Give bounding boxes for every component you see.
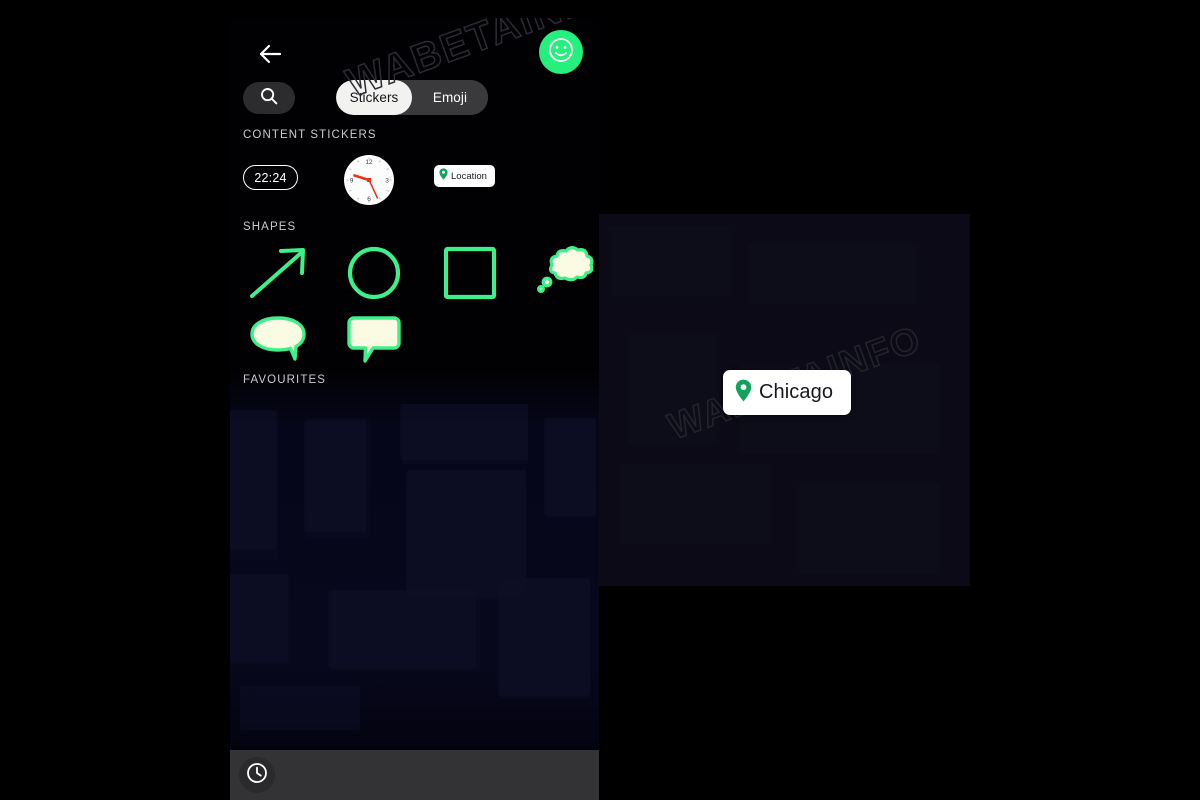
chicago-location-sticker[interactable]: Chicago <box>723 370 852 415</box>
location-label: Location <box>451 170 487 182</box>
back-arrow-icon[interactable] <box>250 34 290 74</box>
section-title-shapes: SHAPES <box>243 221 297 233</box>
clock-recent-button[interactable] <box>239 757 275 793</box>
shapes-grid <box>230 240 599 375</box>
picker-tabs: Stickers Emoji <box>336 80 488 115</box>
clock-recent-icon <box>245 761 269 790</box>
favourites-area <box>230 400 599 750</box>
sticker-picker-panel: Stickers Emoji CONTENT STICKERS 22:24 12… <box>230 18 599 800</box>
clock-sticker[interactable]: 12 3 6 9 <box>340 151 398 214</box>
svg-text:3: 3 <box>385 178 389 185</box>
circle-shape[interactable] <box>326 240 422 306</box>
square-shape[interactable] <box>422 240 518 306</box>
picker-scroll-area: Stickers Emoji CONTENT STICKERS 22:24 12… <box>230 18 599 750</box>
section-title-favourites: FAVOURITES <box>243 374 326 386</box>
map-pin-icon <box>439 167 448 185</box>
picker-bottom-toolbar <box>230 750 599 800</box>
picker-header <box>230 18 599 86</box>
svg-text:9: 9 <box>350 178 354 185</box>
smiley-face-icon <box>547 36 575 69</box>
time-sticker[interactable]: 22:24 <box>243 165 298 190</box>
search-icon <box>259 86 279 111</box>
svg-text:12: 12 <box>365 159 373 166</box>
search-button[interactable] <box>243 82 295 114</box>
section-title-content-stickers: CONTENT STICKERS <box>243 129 377 141</box>
location-sticker[interactable]: Location <box>434 165 495 187</box>
arrow-shape[interactable] <box>230 240 326 306</box>
tab-emoji[interactable]: Emoji <box>412 80 488 115</box>
rectangle-speech-bubble-shape[interactable] <box>326 306 422 372</box>
screen-root: WABETAINFO Chicago <box>0 0 1200 800</box>
map-pin-icon <box>735 379 752 407</box>
oval-speech-bubble-shape[interactable] <box>230 306 326 372</box>
content-stickers-row: 22:24 12 3 6 9 Location <box>230 151 599 219</box>
thought-cloud-shape[interactable] <box>518 240 599 306</box>
chicago-label: Chicago <box>759 381 834 403</box>
tab-stickers[interactable]: Stickers <box>336 80 412 115</box>
emoji-fab-button[interactable] <box>539 30 583 74</box>
